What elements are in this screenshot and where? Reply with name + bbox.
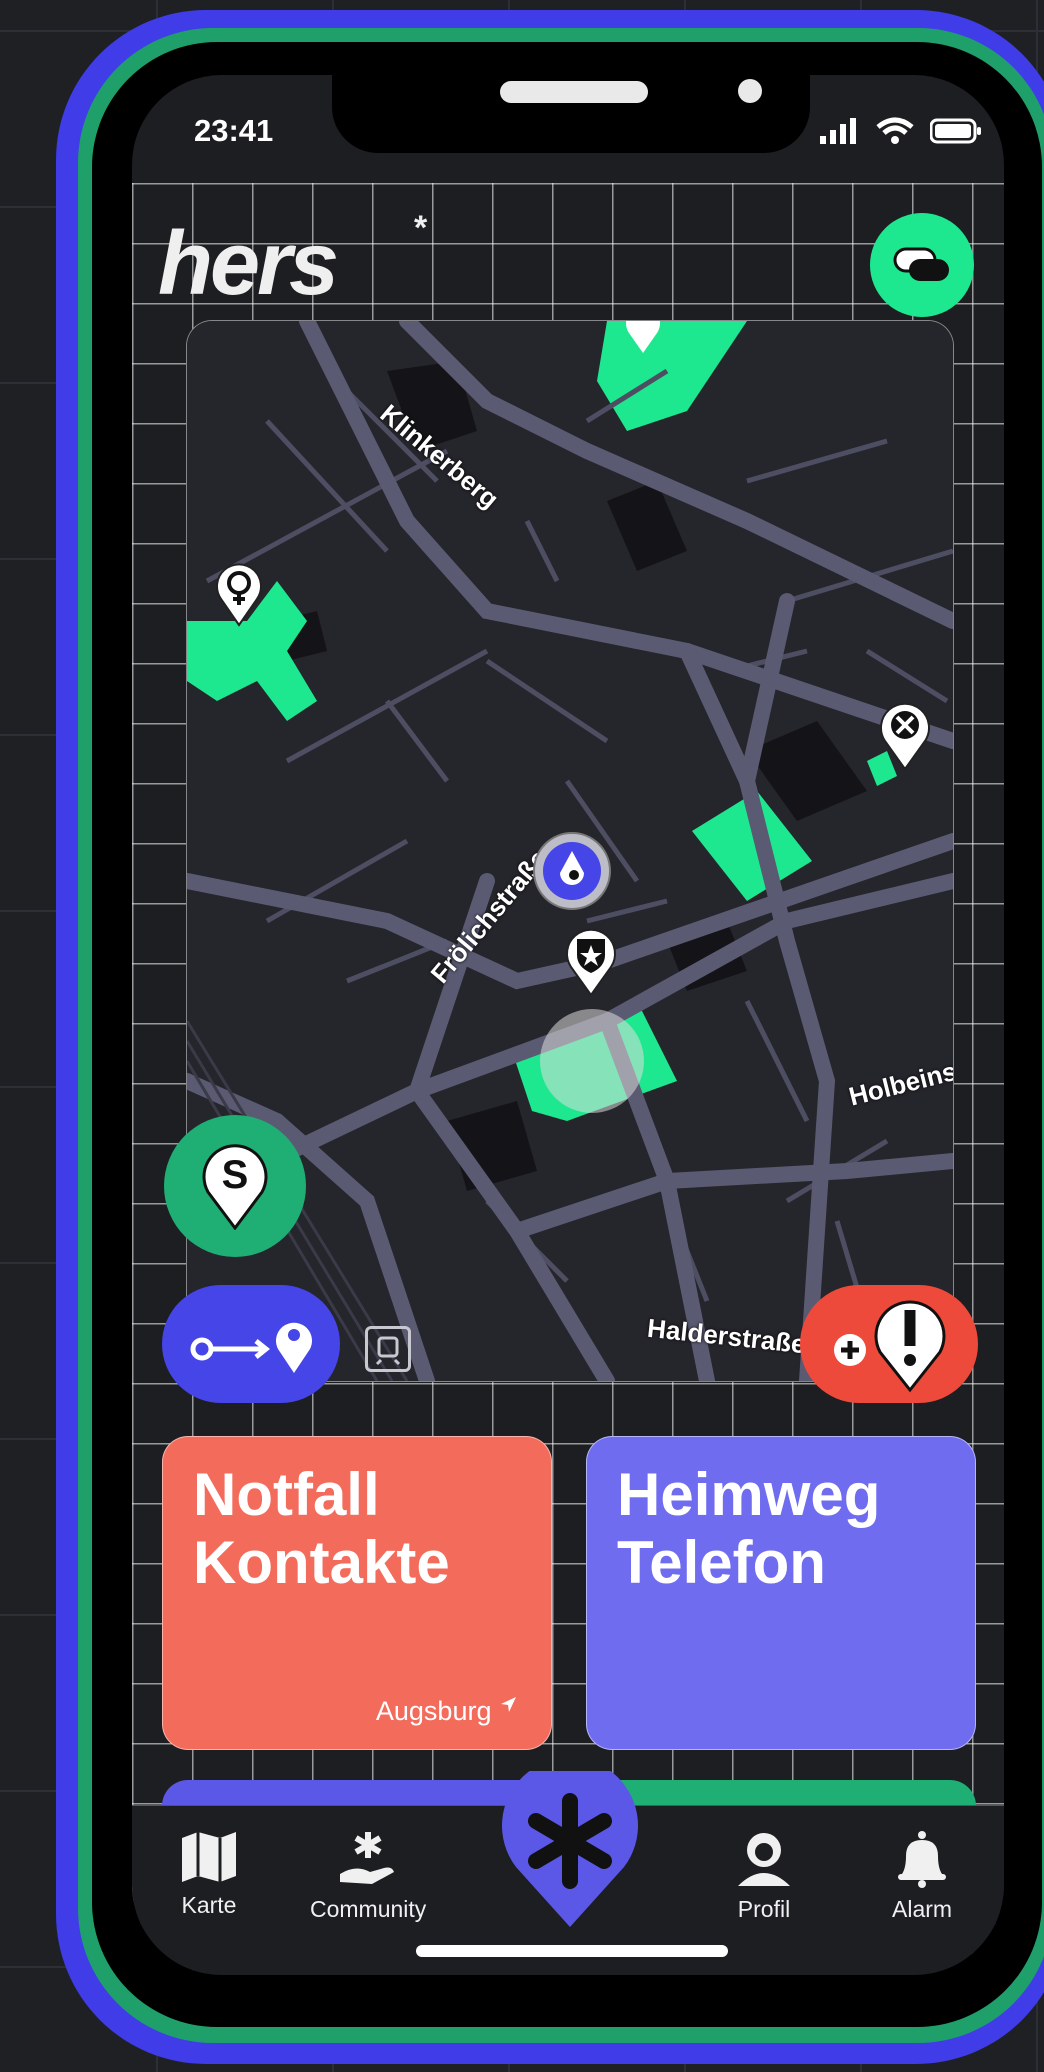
asterisk-pin-icon	[502, 1757, 638, 1927]
camera	[738, 79, 762, 103]
card-title-line2: Kontakte	[193, 1529, 450, 1596]
map-icon	[182, 1832, 236, 1882]
accuracy-circle	[540, 1009, 644, 1113]
signal-icon	[820, 118, 856, 144]
cross-marker-icon[interactable]	[877, 701, 933, 771]
tab-label: Community	[310, 1896, 427, 1922]
tab-label: Profil	[737, 1896, 791, 1922]
card-title-line1: Notfall	[193, 1461, 380, 1528]
toggle-icon	[893, 247, 949, 281]
speaker	[500, 81, 648, 103]
tab-label: Karte	[181, 1892, 237, 1918]
tab-alarm[interactable]: Alarm	[892, 1830, 952, 1923]
safe-spot-button[interactable]: S	[164, 1115, 306, 1257]
sos-center-button[interactable]	[502, 1757, 638, 1929]
mode-toggle-button[interactable]	[870, 213, 974, 317]
user-location-icon	[533, 832, 611, 910]
train-icon[interactable]	[365, 1326, 411, 1372]
women-marker-icon[interactable]	[213, 561, 265, 627]
home-way-phone-card[interactable]: Heimweg Telefon	[586, 1436, 976, 1750]
route-to-pin-icon	[190, 1322, 312, 1373]
location-text: Augsburg	[375, 1696, 492, 1726]
star-shield-marker-icon[interactable]	[563, 927, 619, 997]
volume-down-button	[56, 600, 74, 750]
tab-map[interactable]: Karte	[180, 1830, 238, 1919]
volume-up-button	[56, 420, 74, 570]
profile-icon	[738, 1833, 790, 1886]
small-marker-icon[interactable]	[623, 320, 663, 355]
tab-community[interactable]: Community	[310, 1830, 426, 1923]
location-label: Augsburg	[376, 1696, 517, 1727]
report-alert-icon	[834, 1300, 946, 1393]
app-logo: hers	[158, 214, 339, 314]
emergency-contacts-card[interactable]: Notfall Kontakte Augsburg	[162, 1436, 552, 1750]
report-incident-button[interactable]	[800, 1285, 978, 1403]
community-icon	[340, 1832, 395, 1884]
mute-switch	[56, 290, 74, 360]
battery-icon	[930, 118, 981, 144]
map-view[interactable]: Klinkerberg Frölichstraße Holbeinstraße …	[186, 320, 954, 1382]
tab-label: Alarm	[892, 1896, 953, 1922]
safe-spot-label: S	[222, 1153, 249, 1197]
safe-spot-pin-icon: S	[202, 1144, 268, 1230]
tab-profile[interactable]: Profil	[734, 1830, 794, 1923]
wifi-icon	[876, 117, 914, 144]
phone-screen: 23:41 hers * Klinkerberg Frölichstraße H…	[132, 75, 1004, 1975]
home-indicator[interactable]	[416, 1945, 728, 1957]
status-time: 23:41	[194, 113, 274, 148]
route-button[interactable]	[162, 1285, 340, 1403]
bell-icon	[898, 1831, 947, 1888]
card-title-line2: Telefon	[617, 1529, 826, 1596]
status-icons	[820, 117, 982, 145]
card-title-line1: Heimweg	[617, 1461, 881, 1528]
location-arrow-icon	[501, 1697, 516, 1712]
app-logo-mark: *	[414, 209, 428, 247]
